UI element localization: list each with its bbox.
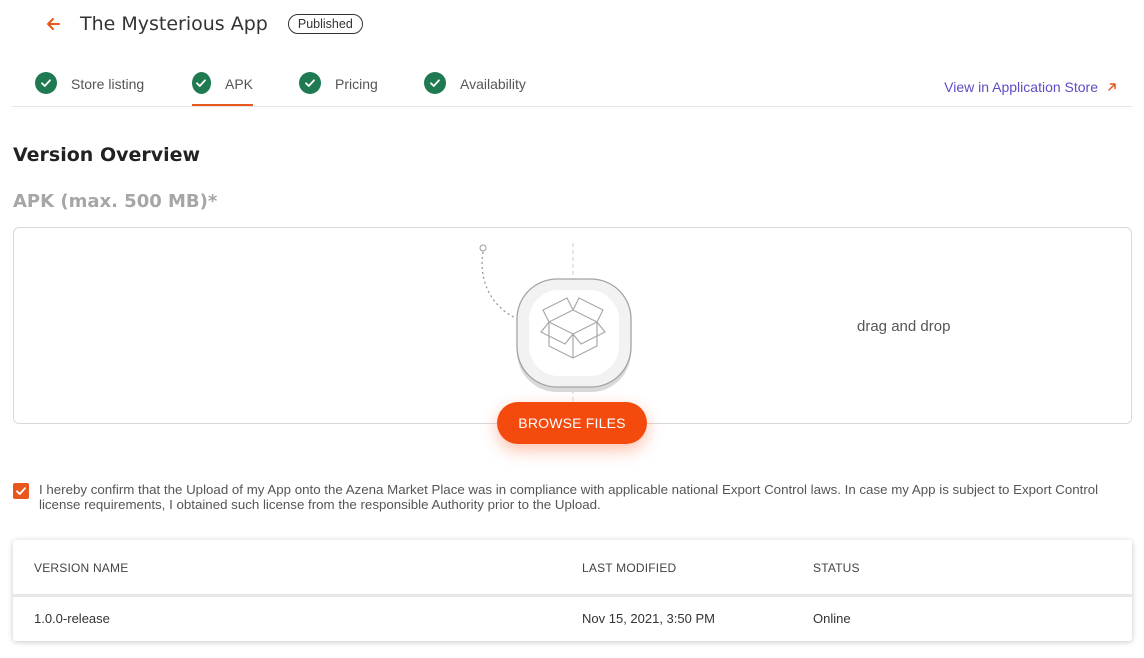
back-button[interactable]: [40, 11, 66, 37]
back-arrow-icon: [47, 18, 60, 30]
package-box-icon: [479, 243, 632, 425]
status-cell: Online: [813, 611, 851, 626]
versions-table: VERSION NAME LAST MODIFIED STATUS 1.0.0-…: [13, 540, 1132, 641]
column-header-status: STATUS: [813, 561, 860, 575]
tab-label: Pricing: [335, 76, 378, 92]
column-header-last-modified: LAST MODIFIED: [582, 561, 677, 575]
app-title: The Mysterious App: [80, 13, 268, 35]
tab-label: APK: [224, 76, 253, 92]
step-tabs: Store listing APK Pricing Availability V…: [12, 68, 1132, 107]
section-title: Version Overview: [13, 144, 201, 166]
consent-checkbox[interactable]: [13, 483, 29, 499]
tab-store-listing[interactable]: Store listing: [35, 68, 144, 106]
apk-field-label: APK (max. 500 MB)*: [13, 191, 218, 212]
tab-pricing[interactable]: Pricing: [299, 68, 378, 106]
tab-label: Availability: [460, 76, 526, 92]
view-in-store-link[interactable]: View in Application Store: [944, 79, 1118, 95]
version-name-cell: 1.0.0-release: [34, 611, 110, 626]
check-circle-icon: [35, 72, 57, 94]
check-circle-icon: [424, 72, 446, 94]
table-row[interactable]: 1.0.0-release Nov 15, 2021, 3:50 PM Onli…: [13, 597, 1132, 638]
tab-apk[interactable]: APK: [192, 68, 253, 106]
view-in-store-label: View in Application Store: [944, 79, 1098, 95]
app-apk-page: The Mysterious App Published Store listi…: [0, 0, 1144, 658]
apk-dropzone[interactable]: drag and drop: [13, 227, 1132, 425]
page-header: The Mysterious App Published: [40, 10, 363, 38]
table-header: VERSION NAME LAST MODIFIED STATUS: [13, 540, 1132, 597]
drag-and-drop-text: drag and drop: [857, 318, 951, 335]
checkbox-checked-icon: [16, 487, 26, 495]
column-header-version-name: VERSION NAME: [34, 561, 129, 575]
browse-files-button[interactable]: BROWSE FILES: [497, 402, 647, 444]
consent-text: I hereby confirm that the Upload of my A…: [39, 482, 1099, 512]
export-control-consent: I hereby confirm that the Upload of my A…: [13, 482, 1123, 512]
tab-label: Store listing: [71, 76, 145, 92]
last-modified-cell: Nov 15, 2021, 3:50 PM: [582, 611, 715, 626]
check-circle-icon: [299, 72, 321, 94]
tab-availability[interactable]: Availability: [424, 68, 526, 106]
external-link-icon: [1108, 83, 1116, 91]
check-circle-icon: [192, 72, 211, 94]
status-badge: Published: [287, 14, 363, 34]
